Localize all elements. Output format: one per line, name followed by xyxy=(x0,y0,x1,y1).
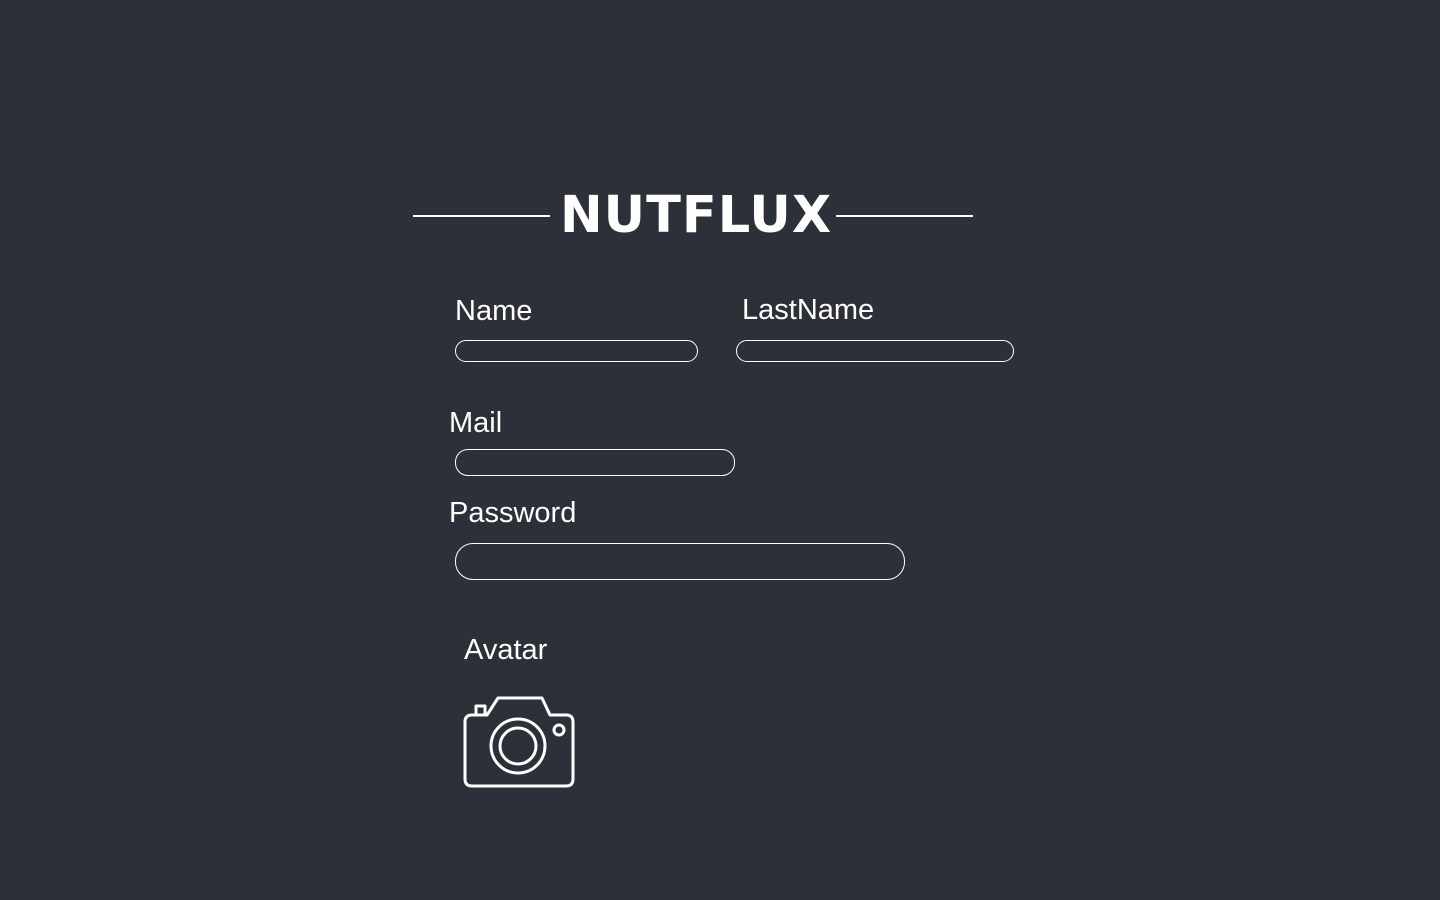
mail-label: Mail xyxy=(449,407,503,439)
camera-icon xyxy=(463,696,575,788)
avatar-label: Avatar xyxy=(464,634,548,666)
title-divider-left xyxy=(413,215,550,217)
avatar-upload-button[interactable] xyxy=(460,692,580,792)
lastname-label: LastName xyxy=(742,294,875,326)
password-input[interactable] xyxy=(455,543,905,580)
title-divider-right xyxy=(836,215,973,217)
lastname-input[interactable] xyxy=(736,340,1014,362)
name-input[interactable] xyxy=(455,340,698,362)
page-title: NUTFLUX xyxy=(560,186,833,245)
name-label: Name xyxy=(455,295,533,327)
mail-input[interactable] xyxy=(455,449,735,476)
password-label: Password xyxy=(449,497,577,529)
